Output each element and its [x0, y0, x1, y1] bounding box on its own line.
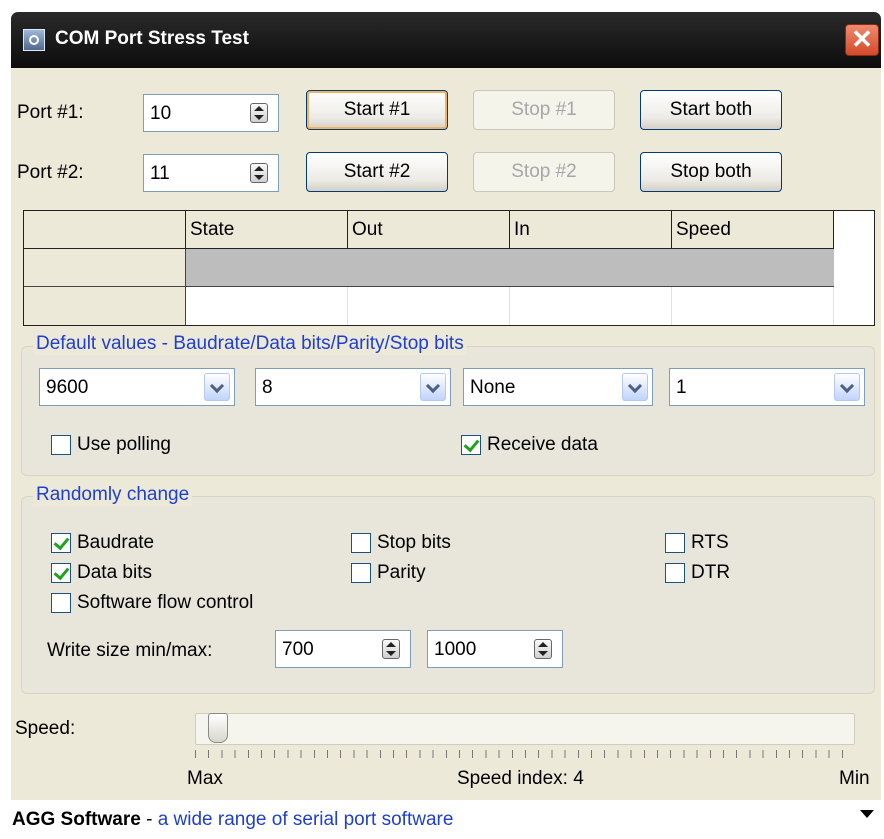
data-bits-value: 8 [262, 377, 273, 398]
chevron-down-icon[interactable] [420, 373, 446, 401]
start-port1-button[interactable]: Start #1 [306, 90, 448, 130]
write-size-min-spinner[interactable]: 700 [275, 630, 411, 668]
default-values-title: Default values - Baudrate/Data bits/Pari… [33, 333, 467, 355]
baudrate-value: 9600 [46, 377, 89, 398]
spin-arrows-icon[interactable] [382, 639, 400, 659]
dropdown-arrow-icon[interactable] [860, 810, 874, 818]
write-size-max-spinner[interactable]: 1000 [427, 630, 563, 668]
stop-port1-button[interactable]: Stop #1 [473, 90, 615, 130]
default-values-group [21, 346, 875, 476]
speed-label: Speed: [15, 718, 76, 739]
port2-value[interactable]: 11 [150, 163, 170, 185]
app-icon [23, 29, 45, 51]
randomly-change-title: Randomly change [33, 484, 193, 506]
grid-cell[interactable] [186, 287, 348, 325]
checkbox-icon[interactable] [51, 593, 71, 613]
speed-max-label: Max [187, 768, 223, 789]
port1-spinner[interactable]: 10 [143, 94, 279, 132]
port1-label: Port #1: [17, 102, 84, 123]
grid-corner-cell [24, 211, 186, 249]
checkbox-icon[interactable] [665, 563, 685, 583]
footer-bar: AGG Software - a wide range of serial po… [0, 800, 884, 839]
write-size-label: Write size min/max: [47, 640, 213, 661]
port1-value[interactable]: 10 [150, 103, 171, 125]
grid-header-state[interactable]: State [186, 211, 348, 249]
grid-row-selected[interactable] [186, 249, 834, 287]
main-panel: Port #1: 10 Start #1 Stop #1 Start both … [11, 68, 881, 839]
footer-brand: AGG Software [12, 809, 141, 830]
grid-header-speed[interactable]: Speed [672, 211, 834, 249]
chevron-down-icon[interactable] [204, 373, 230, 401]
chevron-down-icon[interactable] [622, 373, 648, 401]
speed-ticks [195, 750, 855, 758]
port1-spin-arrows-icon[interactable] [250, 103, 268, 123]
baudrate-select[interactable]: 9600 [39, 368, 235, 406]
speed-slider-thumb[interactable] [208, 713, 228, 743]
grid-header-out[interactable]: Out [348, 211, 510, 249]
data-bits-select[interactable]: 8 [255, 368, 451, 406]
grid-row-header[interactable] [24, 249, 186, 287]
start-both-button[interactable]: Start both [640, 90, 782, 130]
footer-ad[interactable]: AGG Software - a wide range of serial po… [12, 809, 453, 831]
checkbox-icon[interactable] [351, 533, 371, 553]
checkbox-checked-icon[interactable] [51, 563, 71, 583]
chevron-down-icon[interactable] [834, 373, 860, 401]
grid-cell[interactable] [510, 287, 672, 325]
speed-slider[interactable] [195, 713, 855, 745]
port2-spin-arrows-icon[interactable] [250, 163, 268, 183]
window-title: COM Port Stress Test [55, 28, 249, 49]
speed-min-label: Min [839, 768, 870, 789]
checkbox-icon[interactable] [351, 563, 371, 583]
grid-cell[interactable] [348, 287, 510, 325]
write-size-min-value[interactable]: 700 [282, 639, 314, 661]
speed-index-text: Speed index: 4 [457, 768, 584, 789]
title-bar[interactable]: COM Port Stress Test ✕ [11, 12, 881, 68]
footer-link[interactable]: a wide range of serial port software [158, 809, 454, 830]
grid-header-in[interactable]: In [510, 211, 672, 249]
port2-spinner[interactable]: 11 [143, 154, 279, 192]
checkbox-icon[interactable] [51, 435, 71, 455]
parity-select[interactable]: None [463, 368, 653, 406]
checkbox-icon[interactable] [665, 533, 685, 553]
close-button[interactable]: ✕ [845, 24, 879, 56]
app-window: COM Port Stress Test ✕ Port #1: 10 Start… [0, 0, 884, 839]
stop-bits-select[interactable]: 1 [669, 368, 865, 406]
stop-bits-value: 1 [676, 377, 687, 398]
grid-cell[interactable] [672, 287, 834, 325]
checkbox-checked-icon[interactable] [51, 533, 71, 553]
port2-label: Port #2: [17, 162, 84, 183]
grid-row-header[interactable] [24, 287, 186, 325]
footer-separator: - [140, 809, 158, 830]
parity-value: None [470, 377, 516, 398]
stop-both-button[interactable]: Stop both [640, 152, 782, 192]
stop-port2-button[interactable]: Stop #2 [473, 152, 615, 192]
port-status-grid[interactable]: State Out In Speed [23, 210, 875, 326]
spin-arrows-icon[interactable] [534, 639, 552, 659]
write-size-max-value[interactable]: 1000 [434, 639, 476, 661]
checkbox-checked-icon[interactable] [461, 435, 481, 455]
start-port2-button[interactable]: Start #2 [306, 152, 448, 192]
